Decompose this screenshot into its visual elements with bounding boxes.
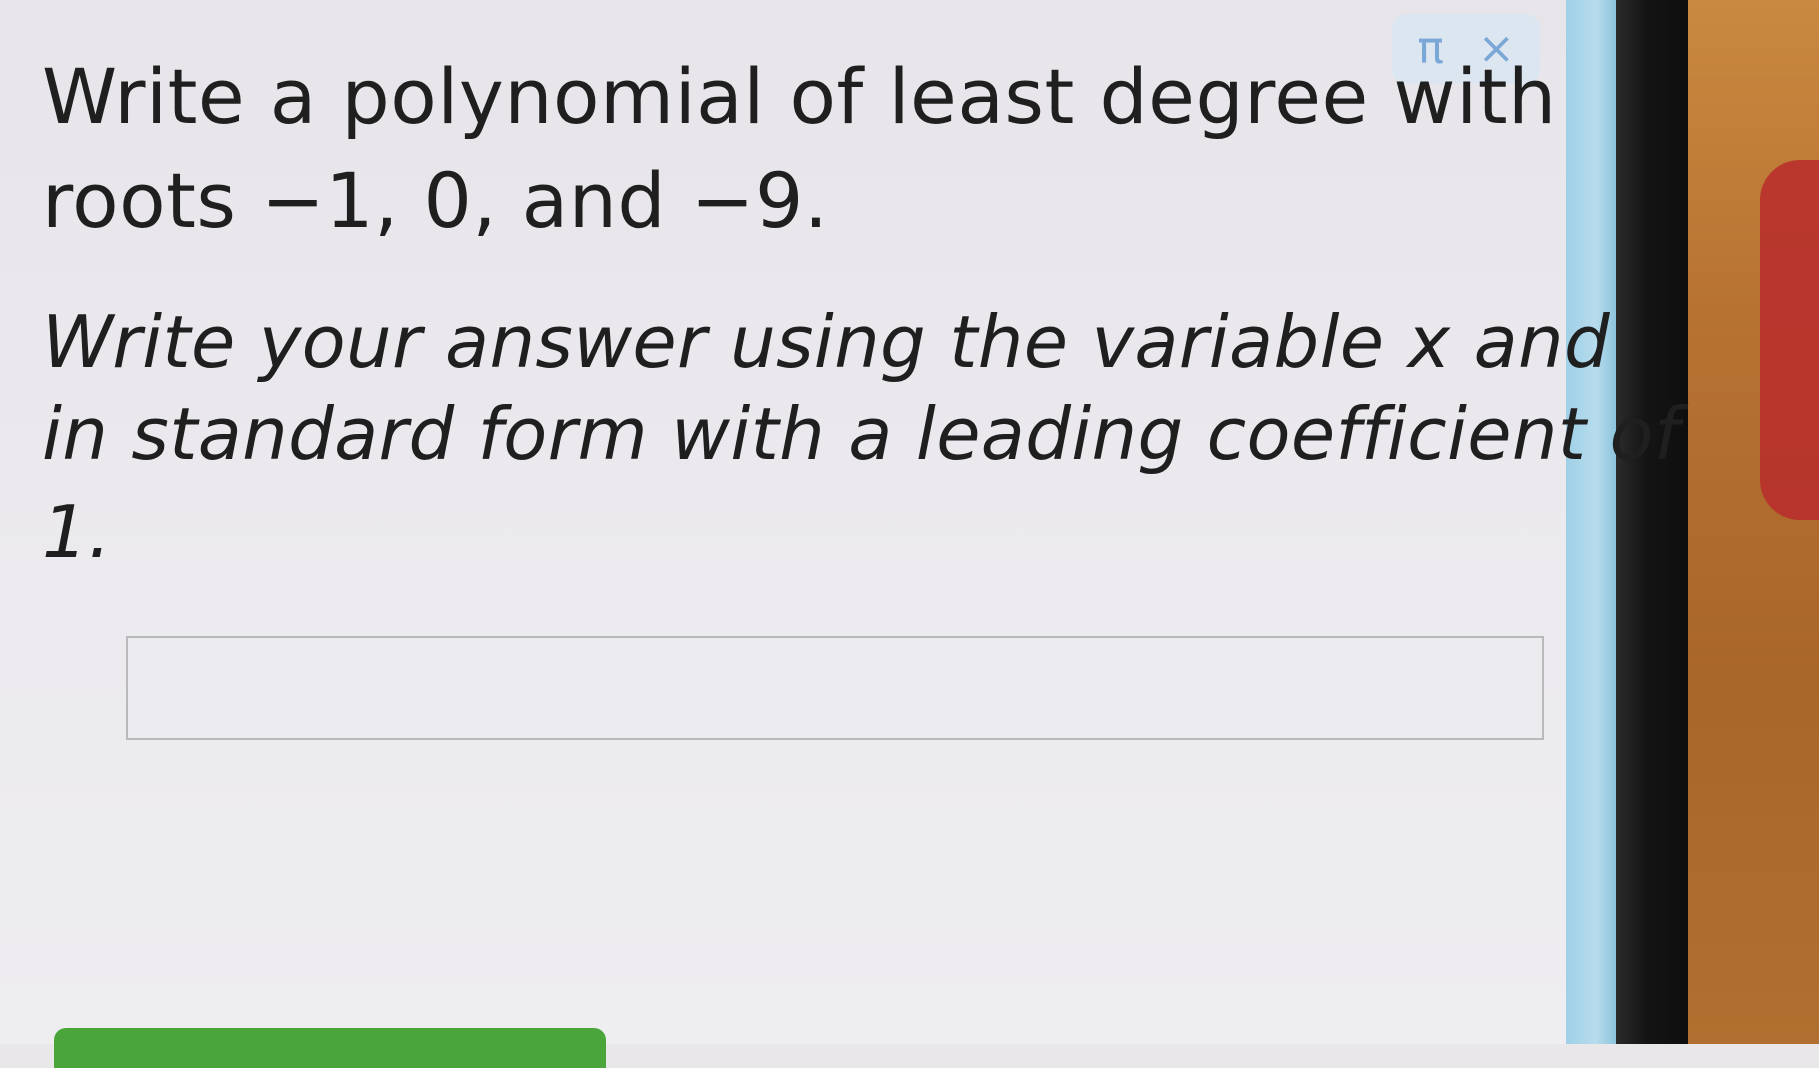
instruction-line-1: Write your answer using the variable x a… xyxy=(42,300,1610,384)
background-desk xyxy=(1688,0,1819,1044)
screen-edge-strip xyxy=(1566,0,1616,1044)
question-line-1: Write a polynomial of least degree with xyxy=(42,52,1557,141)
device-bezel xyxy=(1616,0,1688,1044)
background-red-object xyxy=(1760,160,1819,520)
instruction-line-2: in standard form with a leading coeffici… xyxy=(42,392,1680,476)
answer-input[interactable] xyxy=(126,636,1544,740)
instruction-line-3: 1. xyxy=(42,490,112,574)
question-line-2: roots −1, 0, and −9. xyxy=(42,156,829,245)
check-answer-button[interactable] xyxy=(54,1028,606,1068)
